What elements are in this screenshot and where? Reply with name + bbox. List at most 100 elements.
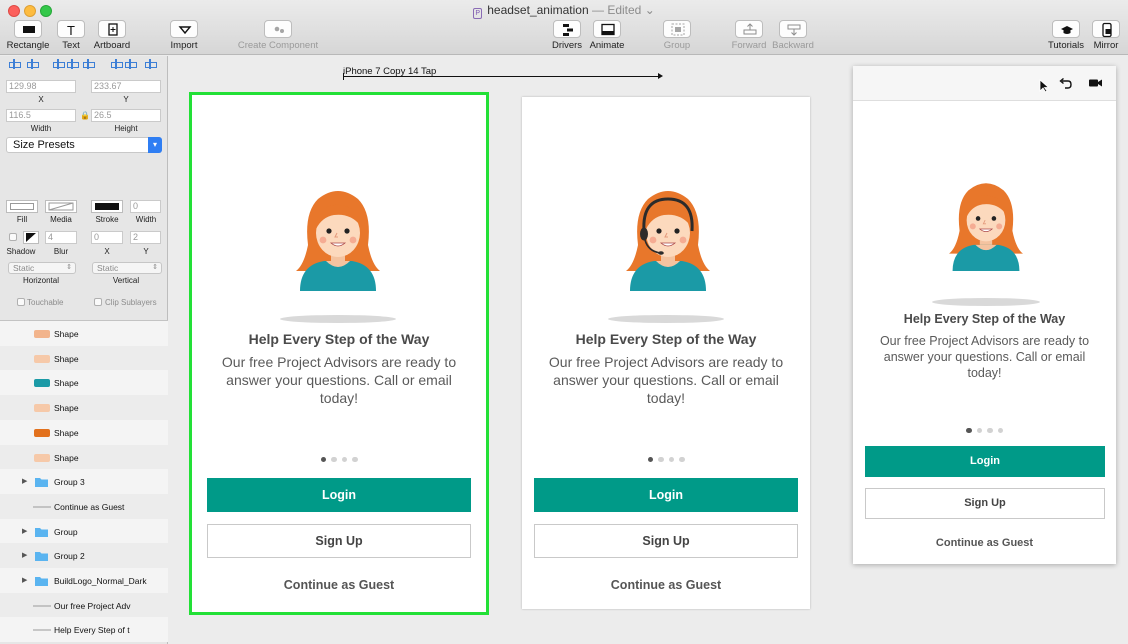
component-icon bbox=[264, 20, 292, 38]
layer-row[interactable]: ▶ Group 2 bbox=[0, 543, 168, 569]
cursor-icon bbox=[1039, 79, 1050, 93]
continue-as-guest-link[interactable]: Continue as Guest bbox=[853, 537, 1116, 549]
document-icon: P bbox=[473, 8, 483, 19]
layer-row[interactable]: ▶ Group bbox=[0, 518, 168, 544]
touchable-checkbox[interactable] bbox=[17, 298, 25, 306]
width-input[interactable]: 116.5 bbox=[6, 109, 76, 122]
shadow-color-swatch[interactable] bbox=[23, 231, 39, 244]
layer-row[interactable]: ▶ Group 3 bbox=[0, 469, 168, 495]
stroke-swatch[interactable] bbox=[91, 200, 123, 213]
x-label: X bbox=[38, 95, 44, 104]
create-component-button[interactable]: Create Component bbox=[236, 20, 320, 52]
artboard-headset[interactable]: Help Every Step of the Way Our free Proje… bbox=[522, 97, 810, 609]
page-dot[interactable] bbox=[331, 456, 337, 462]
shadow-checkbox[interactable] bbox=[9, 233, 17, 241]
disclosure-triangle-icon[interactable]: ▶ bbox=[22, 576, 27, 584]
screen-body-text: Our free Project Advisors are ready to a… bbox=[879, 334, 1090, 380]
shadow-y-label: Y bbox=[143, 247, 149, 256]
layer-row[interactable]: Help Every Step of t bbox=[0, 617, 168, 643]
rectangle-icon bbox=[14, 20, 42, 38]
artboard-original[interactable]: Help Every Step of the Way Our free Proje… bbox=[189, 92, 489, 615]
distribute-vertical-icon[interactable] bbox=[144, 59, 157, 69]
backward-button[interactable]: Backward bbox=[770, 20, 816, 52]
page-dot[interactable] bbox=[679, 456, 685, 462]
forward-button[interactable]: Forward bbox=[730, 20, 768, 52]
blur-input[interactable]: 4 bbox=[45, 231, 77, 244]
page-dot[interactable] bbox=[352, 456, 358, 462]
y-position-input[interactable]: 233.67 bbox=[91, 80, 161, 93]
animate-button[interactable]: Animate bbox=[588, 20, 626, 52]
stroke-width-input[interactable]: 0 bbox=[130, 200, 161, 213]
folder-icon bbox=[33, 550, 51, 562]
fill-swatch[interactable] bbox=[6, 200, 38, 213]
shape-thumbnail-icon bbox=[33, 328, 51, 339]
layer-row[interactable]: Shape bbox=[0, 321, 168, 346]
vertical-constraint-select[interactable]: Static ⇕ bbox=[92, 262, 162, 274]
video-camera-icon[interactable] bbox=[1089, 78, 1103, 88]
page-dot[interactable] bbox=[976, 427, 982, 433]
align-right-icon[interactable] bbox=[52, 59, 65, 69]
shape-thumbnail-icon bbox=[33, 402, 51, 413]
layer-row[interactable]: Shape bbox=[0, 395, 168, 421]
touchable-label: Touchable bbox=[27, 298, 64, 307]
lock-icon[interactable]: 🔒 bbox=[80, 111, 90, 120]
page-dot[interactable] bbox=[987, 427, 993, 433]
height-input[interactable]: 26.5 bbox=[91, 109, 161, 122]
continue-as-guest-link[interactable]: Continue as Guest bbox=[522, 578, 810, 592]
page-dot[interactable] bbox=[341, 456, 347, 462]
login-button[interactable]: Login bbox=[865, 446, 1105, 477]
login-button[interactable]: Login bbox=[534, 478, 798, 512]
preview-toolbar bbox=[853, 66, 1116, 101]
align-top-icon[interactable] bbox=[82, 59, 95, 69]
drivers-button[interactable]: Drivers bbox=[550, 20, 584, 52]
import-button[interactable]: Import bbox=[166, 20, 202, 52]
align-bottom-icon[interactable] bbox=[124, 59, 137, 69]
distribute-horizontal-icon[interactable] bbox=[66, 59, 79, 69]
shape-thumbnail-icon bbox=[33, 427, 51, 438]
layer-row[interactable]: Shape bbox=[0, 345, 168, 371]
shadow-y-input[interactable]: 2 bbox=[130, 231, 161, 244]
chevron-down-icon: ▾ bbox=[148, 137, 162, 153]
align-center-icon[interactable] bbox=[26, 59, 39, 69]
layer-row[interactable]: Shape bbox=[0, 419, 168, 445]
continue-as-guest-link[interactable]: Continue as Guest bbox=[192, 578, 486, 592]
horizontal-constraint-select[interactable]: Static ⇕ bbox=[8, 262, 76, 274]
tutorials-button[interactable]: Tutorials bbox=[1046, 20, 1086, 52]
updown-chevron-icon: ⇕ bbox=[152, 264, 158, 271]
clip-sublayers-checkbox[interactable] bbox=[94, 298, 102, 306]
disclosure-triangle-icon[interactable]: ▶ bbox=[22, 527, 27, 535]
login-button[interactable]: Login bbox=[207, 478, 471, 512]
align-left-icon[interactable] bbox=[8, 59, 21, 69]
mirror-button[interactable]: Mirror bbox=[1090, 20, 1122, 52]
layer-row[interactable]: Continue as Guest bbox=[0, 493, 168, 519]
artboard-tool-button[interactable]: Artboard bbox=[92, 20, 132, 52]
size-presets-select[interactable]: Size Presets ▾ bbox=[6, 137, 162, 153]
sign-up-button[interactable]: Sign Up bbox=[534, 524, 798, 558]
shadow-x-input[interactable]: 0 bbox=[91, 231, 123, 244]
group-button[interactable]: Group bbox=[660, 20, 694, 52]
media-swatch[interactable] bbox=[45, 200, 77, 213]
text-tool-button[interactable]: T Text bbox=[56, 20, 86, 52]
disclosure-triangle-icon[interactable]: ▶ bbox=[22, 477, 27, 485]
undo-icon[interactable] bbox=[1058, 78, 1072, 90]
align-middle-icon[interactable] bbox=[110, 59, 123, 69]
page-dot[interactable] bbox=[668, 456, 674, 462]
folder-icon bbox=[33, 575, 51, 586]
chevron-down-icon[interactable]: ⌄ bbox=[645, 3, 655, 17]
disclosure-triangle-icon[interactable]: ▶ bbox=[22, 551, 27, 559]
page-dot[interactable] bbox=[997, 427, 1003, 433]
layer-row[interactable]: Shape bbox=[0, 444, 168, 470]
rectangle-tool-button[interactable]: Rectangle bbox=[6, 20, 50, 52]
page-dot[interactable] bbox=[320, 456, 326, 462]
sign-up-button[interactable]: Sign Up bbox=[865, 488, 1105, 519]
layer-row[interactable]: Shape bbox=[0, 370, 168, 396]
layer-row[interactable]: Our free Project Adv bbox=[0, 592, 168, 618]
x-position-input[interactable]: 129.98 bbox=[6, 80, 76, 93]
page-dot[interactable] bbox=[966, 427, 972, 433]
page-dot[interactable] bbox=[658, 456, 664, 462]
layer-row[interactable]: ▶ BuildLogo_Normal_Dark bbox=[0, 568, 168, 593]
layer-name: Group bbox=[54, 526, 78, 537]
shadow-x-label: X bbox=[104, 247, 110, 256]
page-dot[interactable] bbox=[647, 456, 653, 462]
sign-up-button[interactable]: Sign Up bbox=[207, 524, 471, 558]
